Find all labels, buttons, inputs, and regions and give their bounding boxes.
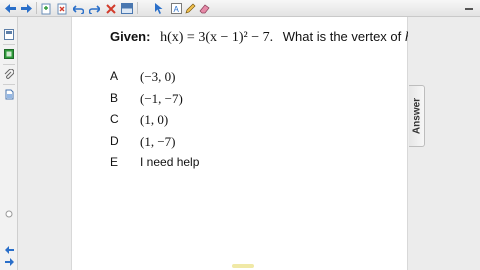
- gallery-icon[interactable]: [2, 47, 16, 61]
- select-icon[interactable]: [152, 2, 165, 15]
- back-icon[interactable]: [4, 2, 17, 15]
- pen-icon[interactable]: [184, 2, 197, 15]
- screen-shade-icon[interactable]: [120, 2, 133, 15]
- function-expression: h(x) = 3(x − 1)² − 7.: [160, 30, 274, 45]
- sidebar-pin-icon[interactable]: [2, 207, 16, 221]
- page-delete-icon[interactable]: [56, 2, 69, 15]
- sidebar-move-right-icon[interactable]: [2, 255, 16, 269]
- question-label: Given:: [110, 29, 151, 44]
- choice-letter: B: [110, 91, 119, 105]
- choice-letter: E: [110, 155, 119, 169]
- choice-letter: D: [110, 134, 119, 148]
- left-sidebar: [0, 17, 18, 270]
- whiteboard-page[interactable]: Given: h(x) = 3(x − 1)² − 7. What is the…: [71, 17, 429, 270]
- delete-icon[interactable]: [104, 2, 117, 15]
- minimize-icon[interactable]: [463, 3, 475, 13]
- choice-text: I need help: [140, 155, 200, 169]
- smart-notebook-window: A Given: h(x) = 3(x − 1)² − 7. What is t…: [0, 0, 480, 270]
- eraser-icon[interactable]: [198, 2, 211, 15]
- choice-text: (−1, −7): [140, 91, 183, 106]
- page-add-icon[interactable]: [40, 2, 53, 15]
- choice-text: (1, −7): [140, 134, 176, 149]
- text-icon[interactable]: A: [170, 2, 183, 15]
- redo-icon[interactable]: [88, 2, 101, 15]
- page-highlight-mark: [232, 264, 254, 268]
- question-prompt: What is the vertex of: [282, 29, 402, 44]
- forward-icon[interactable]: [20, 2, 33, 15]
- undo-icon[interactable]: [72, 2, 85, 15]
- attachments-icon[interactable]: [2, 67, 16, 81]
- page-sorter-icon[interactable]: [2, 27, 16, 41]
- choice-letter: A: [110, 69, 119, 83]
- properties-icon[interactable]: [2, 87, 16, 101]
- svg-text:A: A: [174, 5, 180, 14]
- answer-tab[interactable]: Answer: [409, 85, 425, 147]
- choice-text: (−3, 0): [140, 69, 176, 84]
- question-text: Given: h(x) = 3(x − 1)² − 7. What is the…: [110, 29, 429, 46]
- top-toolbar: A: [0, 0, 480, 17]
- choice-text: (1, 0): [140, 112, 169, 127]
- answer-tab-label: Answer: [411, 97, 422, 135]
- choice-letter: C: [110, 112, 119, 126]
